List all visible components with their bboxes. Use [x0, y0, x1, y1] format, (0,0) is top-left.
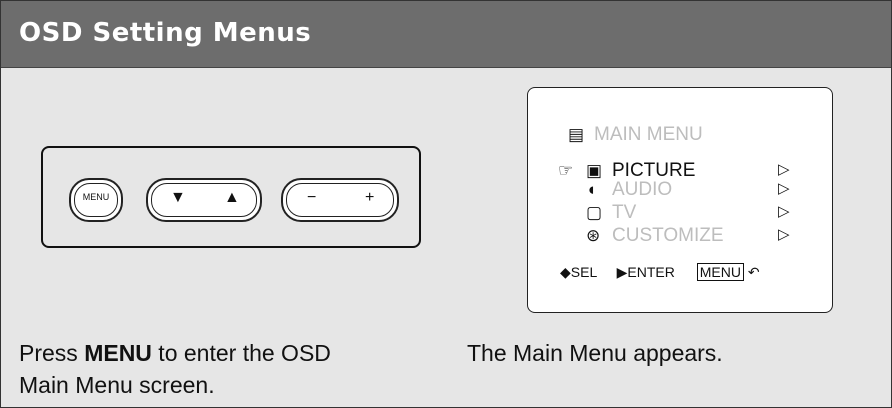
left-caption-suffix: to enter the OSD — [151, 340, 331, 366]
up-down-button-ring — [151, 183, 257, 217]
up-down-button[interactable]: ▼ ▲ — [146, 178, 262, 222]
menu-item-tv[interactable]: ▢ TV — [586, 202, 636, 224]
up-arrow-icon[interactable]: ▲ — [224, 189, 240, 207]
menu-item-label: TV — [612, 202, 637, 223]
plus-icon[interactable]: + — [365, 189, 374, 207]
tv-icon: ▢ — [586, 203, 603, 222]
menu-item-label: PICTURE — [612, 160, 696, 181]
enter-icon: ▶ — [616, 264, 628, 280]
menu-item-customize[interactable]: ⊛ CUSTOMIZE — [586, 225, 724, 247]
footer-menu-label: MENU — [696, 263, 744, 281]
menu-item-label: CUSTOMIZE — [612, 225, 724, 246]
minus-plus-button-ring — [286, 183, 394, 217]
select-icon: ◆ — [560, 264, 571, 280]
menu-button-label: MENU — [82, 192, 110, 202]
control-panel: MENU ▼ ▲ − + — [41, 146, 421, 248]
menu-item-audio[interactable]: ◖ AUDIO — [586, 179, 672, 201]
osd-screen: ▤ MAIN MENU ☞ ▣ PICTURE ▷ ◖ AUDIO ▷ ▢ TV ▷ ⊛… — [527, 87, 833, 313]
page-frame: OSD Setting Menus MENU ▼ ▲ − + ▤ MAIN MEN… — [0, 0, 892, 408]
main-menu-title-row: ▤ MAIN MENU — [568, 124, 703, 146]
back-icon: ↶ — [747, 264, 760, 280]
section-header: OSD Setting Menus — [1, 1, 891, 68]
chevron-right-icon: ▷ — [778, 161, 790, 178]
section-title: OSD Setting Menus — [19, 18, 312, 48]
menu-item-label: AUDIO — [612, 179, 673, 200]
chevron-right-icon: ▷ — [778, 226, 790, 243]
footer-sel-label: SEL — [570, 264, 597, 280]
chevron-right-icon: ▷ — [778, 203, 790, 220]
right-caption: The Main Menu appears. — [467, 340, 723, 366]
left-caption: Press MENU to enter the OSD Main Menu sc… — [19, 337, 331, 401]
minus-plus-button[interactable]: − + — [281, 178, 399, 222]
footer-enter-label: ENTER — [627, 264, 675, 280]
speaker-icon: ◖ — [586, 180, 597, 199]
menu-button[interactable]: MENU — [69, 178, 123, 222]
minus-icon[interactable]: − — [307, 189, 316, 207]
customize-icon: ⊛ — [586, 226, 601, 245]
left-caption-bold: MENU — [84, 340, 152, 366]
left-caption-prefix: Press — [19, 340, 85, 366]
down-arrow-icon[interactable]: ▼ — [170, 189, 186, 207]
main-menu-icon: ▤ — [568, 125, 585, 144]
main-menu-title: MAIN MENU — [594, 124, 703, 145]
osd-footer: ◆SEL ▶ENTER MENU ↶ — [560, 263, 760, 281]
left-caption-line2: Main Menu screen. — [19, 372, 215, 398]
chevron-right-icon: ▷ — [778, 180, 790, 197]
pointing-hand-icon: ☞ — [558, 161, 574, 180]
